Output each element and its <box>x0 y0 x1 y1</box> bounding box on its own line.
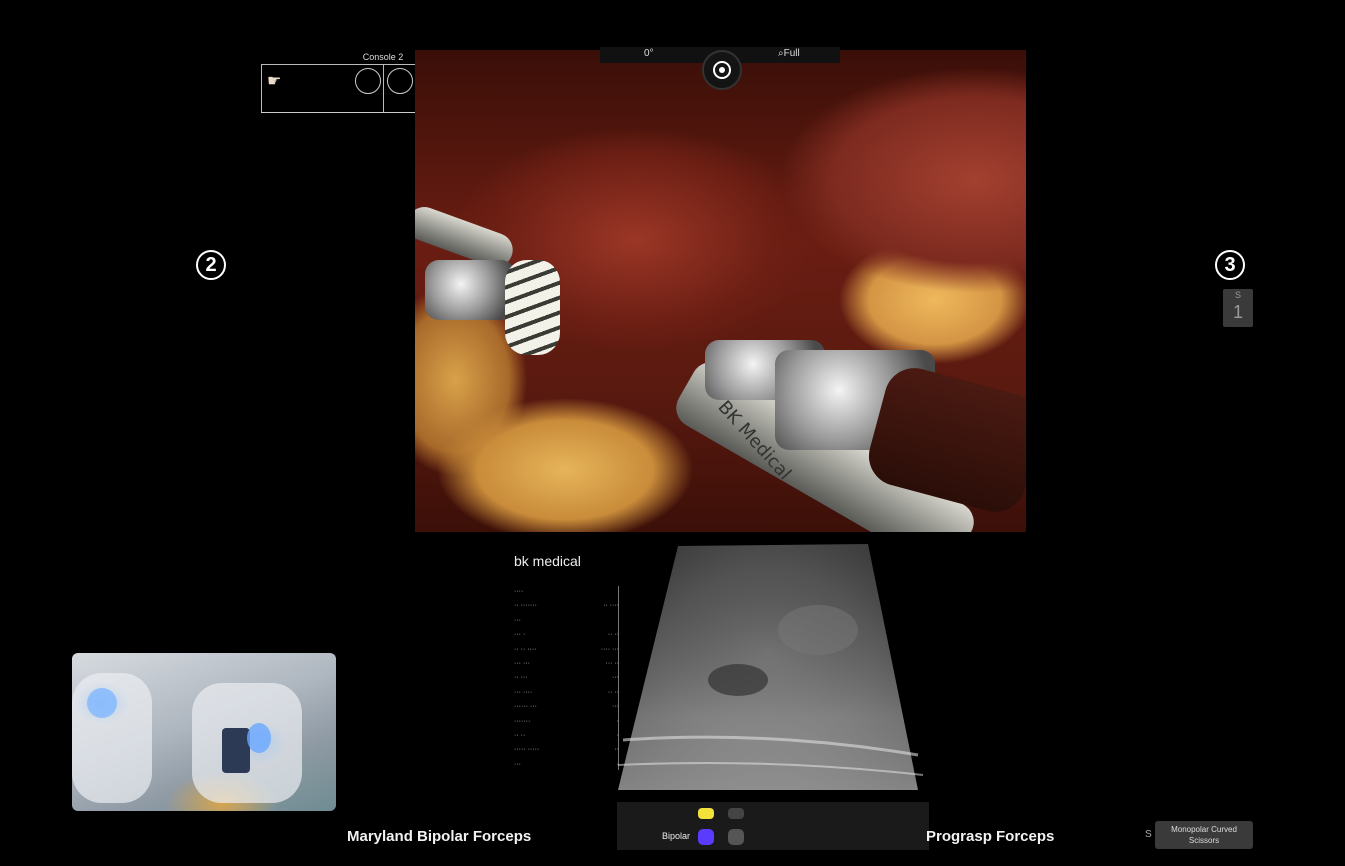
maryland-forceps-tip <box>425 260 515 320</box>
ultrasound-brand: bk medical <box>514 553 581 569</box>
arm-badge-number: 1 <box>1232 302 1243 322</box>
instrument-label-arm-1: Prograsp Forceps <box>926 828 1055 845</box>
arm-3-badge[interactable]: S 1 <box>1223 289 1253 327</box>
operating-room-camera-view[interactable] <box>72 653 336 811</box>
bipolar-pedal-indicator <box>698 829 714 845</box>
left-hand-icon: ☛ <box>267 73 282 90</box>
arm-3-indicator: 3 <box>1215 250 1245 280</box>
instrument-label-arm-2: Maryland Bipolar Forceps <box>347 828 532 845</box>
right-master-ring-icon <box>387 68 413 94</box>
endoscope-view[interactable]: BK Medical <box>415 50 1026 532</box>
instrument-label-arm-3[interactable]: S Monopolar Curved Scissors <box>1145 821 1253 849</box>
pedal-indicator <box>728 829 744 845</box>
pedal-indicator <box>728 808 744 819</box>
bipolar-label: Bipolar <box>662 831 691 841</box>
ultrasound-image[interactable] <box>618 540 928 790</box>
camera-icon[interactable] <box>702 50 742 90</box>
ultrasound-parameters: ···· ·· ······· ·· ···· ··· ··· · ·· ·· ··… <box>514 588 619 768</box>
scope-angle: 0° <box>644 48 654 59</box>
instrument-name: Monopolar Curved Scissors <box>1155 821 1253 849</box>
zoom-mode: ⌕Full <box>778 48 800 59</box>
swap-icon: S <box>1145 829 1152 840</box>
yellow-pedal-indicator <box>698 808 714 819</box>
swap-icon: S <box>1234 290 1241 300</box>
energy-pedal-panel <box>617 802 929 850</box>
left-master-ring-icon <box>355 68 381 94</box>
arm-2-indicator: 2 <box>196 250 226 280</box>
